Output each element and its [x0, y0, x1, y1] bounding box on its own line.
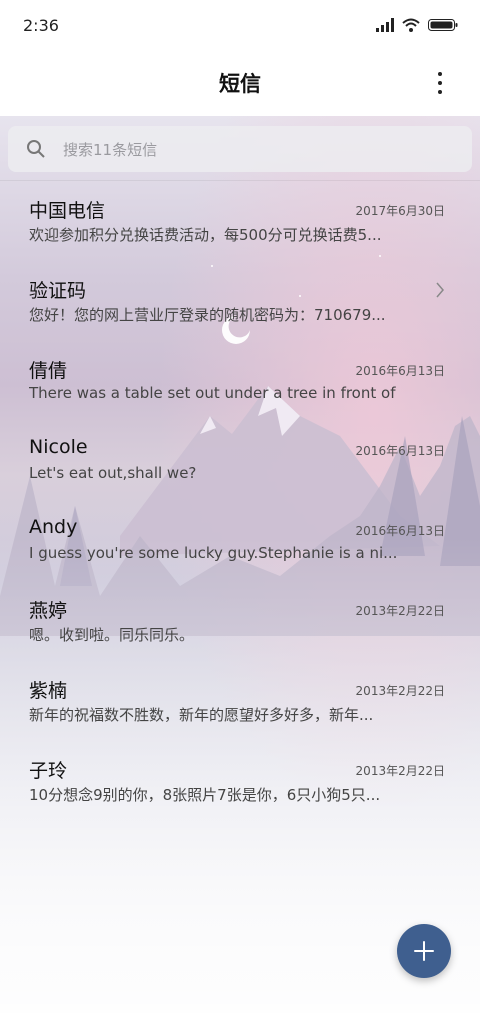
message-date: 2017年6月30日	[355, 204, 445, 218]
message-date: 2016年6月13日	[355, 524, 445, 538]
conversation-item[interactable]: 倩倩 2016年6月13日 There was a table set out …	[0, 342, 480, 422]
message-date: 2013年2月22日	[355, 604, 445, 618]
message-preview: There was a table set out under a tree i…	[29, 384, 401, 402]
contact-name: 验证码	[29, 280, 87, 302]
contact-name: 倩倩	[29, 360, 68, 382]
contact-name: Andy	[29, 516, 78, 538]
battery-icon	[428, 17, 458, 36]
status-time: 2:36	[23, 16, 59, 35]
message-date: 2013年2月22日	[355, 684, 445, 698]
message-date: 2016年6月13日	[355, 364, 445, 378]
divider	[0, 180, 480, 181]
app-header: 短信	[0, 52, 480, 116]
conversation-item[interactable]: 燕婷 2013年2月22日 嗯。收到啦。同乐同乐。	[0, 582, 480, 662]
contact-name: 中国电信	[29, 200, 106, 222]
conversation-item[interactable]: 中国电信 2017年6月30日 欢迎参加积分兑换话费活动，每500分可兑换话费5…	[0, 182, 480, 262]
message-preview: 您好！您的网上营业厅登录的随机密码为：710679...	[29, 306, 386, 324]
message-preview: 欢迎参加积分兑换话费活动，每500分可兑换话费5...	[29, 226, 382, 244]
contact-name: Nicole	[29, 436, 88, 458]
contact-name: 紫楠	[29, 680, 68, 702]
status-bar: 2:36	[0, 0, 480, 52]
message-preview: 10分想念9别的你，8张照片7张是你，6只小狗5只...	[29, 786, 381, 804]
chevron-right-icon	[435, 282, 445, 302]
message-preview: I guess you're some lucky guy.Stephanie …	[29, 544, 398, 562]
wifi-icon	[402, 17, 420, 36]
conversation-item[interactable]: Andy 2016年6月13日 I guess you're some luck…	[0, 502, 480, 582]
more-options-button[interactable]	[430, 72, 450, 98]
message-preview: 嗯。收到啦。同乐同乐。	[29, 626, 195, 644]
message-date: 2013年2月22日	[355, 764, 445, 778]
message-preview: Let's eat out,shall we?	[29, 464, 197, 482]
conversation-item[interactable]: Nicole 2016年6月13日 Let's eat out,shall we…	[0, 422, 480, 502]
more-vertical-icon	[438, 72, 442, 76]
conversation-item[interactable]: 子玲 2013年2月22日 10分想念9别的你，8张照片7张是你，6只小狗5只.…	[0, 742, 480, 822]
contact-name: 子玲	[29, 760, 68, 782]
new-message-button[interactable]	[397, 924, 451, 978]
page-title: 短信	[219, 72, 261, 96]
search-icon	[26, 139, 46, 163]
conversation-item[interactable]: 验证码 您好！您的网上营业厅登录的随机密码为：710679...	[0, 262, 480, 342]
conversation-list: 中国电信 2017年6月30日 欢迎参加积分兑换话费活动，每500分可兑换话费5…	[0, 182, 480, 822]
signal-icon	[376, 17, 394, 36]
conversation-item[interactable]: 紫楠 2013年2月22日 新年的祝福数不胜数，新年的愿望好多好多，新年...	[0, 662, 480, 742]
contact-name: 燕婷	[29, 600, 68, 622]
search-input[interactable]: 搜索11条短信	[8, 126, 472, 172]
search-placeholder: 搜索11条短信	[63, 141, 158, 159]
message-date: 2016年6月13日	[355, 444, 445, 458]
message-preview: 新年的祝福数不胜数，新年的愿望好多好多，新年...	[29, 706, 374, 724]
